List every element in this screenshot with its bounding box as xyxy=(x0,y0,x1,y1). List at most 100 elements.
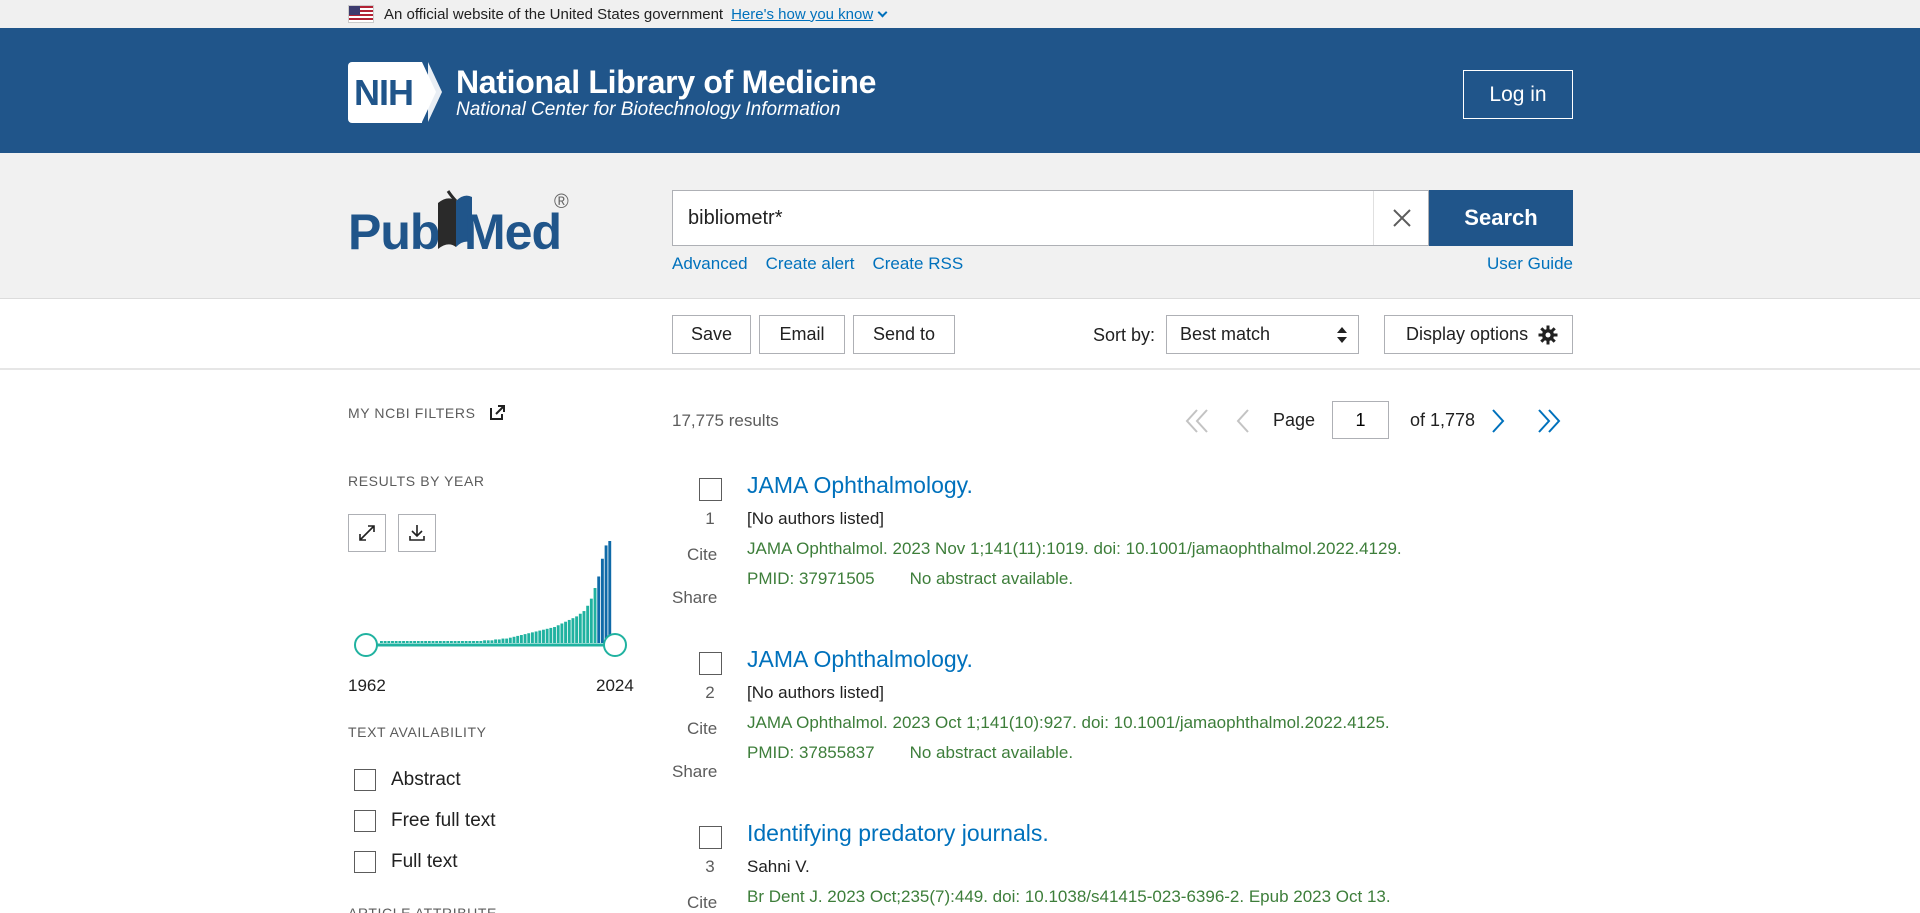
nih-badge-icon: NIH xyxy=(348,62,444,123)
cite-button[interactable]: Cite xyxy=(687,719,717,739)
year-bar xyxy=(567,619,571,643)
year-bar xyxy=(575,616,579,643)
cite-button[interactable]: Cite xyxy=(687,893,717,913)
save-button[interactable]: Save xyxy=(672,315,751,354)
how-you-know-link[interactable]: Here's how you know xyxy=(731,6,888,23)
year-bar xyxy=(464,641,468,643)
filter-abstract[interactable]: Abstract xyxy=(354,769,461,791)
year-bar xyxy=(424,641,428,643)
year-bar xyxy=(556,625,560,643)
year-bar xyxy=(538,630,542,643)
result-checkbox[interactable] xyxy=(699,478,722,501)
year-bar xyxy=(545,628,549,643)
gov-banner-text: An official website of the United States… xyxy=(384,5,724,23)
result-checkbox[interactable] xyxy=(699,652,722,675)
year-end-label: 2024 xyxy=(596,676,634,695)
year-bar xyxy=(402,641,405,643)
article-attribute-heading: ARTICLE ATTRIBUTE xyxy=(348,905,497,913)
year-bar xyxy=(472,641,475,643)
year-bar xyxy=(479,641,483,643)
result-pmid: PMID: 37971505 No abstract available. xyxy=(747,569,1074,588)
search-button[interactable]: Search xyxy=(1429,190,1573,246)
result-title-link[interactable]: JAMA Ophthalmology. xyxy=(747,646,973,673)
nih-logo[interactable]: NIH National Library of Medicine Nationa… xyxy=(348,62,876,123)
year-bar xyxy=(405,641,409,643)
year-bar xyxy=(449,641,453,643)
external-link-icon xyxy=(490,405,506,420)
year-bar xyxy=(457,641,461,643)
send-to-button[interactable]: Send to xyxy=(853,315,955,354)
result-number: 1 xyxy=(705,509,715,528)
year-bar xyxy=(416,641,420,643)
share-button[interactable]: Share xyxy=(672,762,717,782)
year-bar xyxy=(542,629,545,643)
page-number-input[interactable] xyxy=(1332,401,1389,439)
year-end-handle[interactable] xyxy=(603,633,627,657)
year-start-handle[interactable] xyxy=(354,633,378,657)
year-bar xyxy=(534,631,538,643)
pubmed-logo[interactable]: Pub Med ® xyxy=(348,183,578,263)
create-rss-link[interactable]: Create RSS xyxy=(872,254,963,274)
year-bar xyxy=(571,618,575,643)
year-bar xyxy=(380,641,383,643)
year-bar xyxy=(497,639,501,643)
abstract-note: No abstract available. xyxy=(909,569,1074,588)
next-page-icon[interactable] xyxy=(1490,408,1506,434)
checkbox[interactable] xyxy=(354,851,376,873)
first-page-icon[interactable] xyxy=(1184,408,1210,434)
sort-select[interactable]: Best match xyxy=(1166,315,1359,354)
create-alert-link[interactable]: Create alert xyxy=(766,254,855,274)
year-bar xyxy=(494,639,498,643)
year-bar xyxy=(519,635,523,643)
year-bar xyxy=(608,541,612,643)
search-input[interactable] xyxy=(673,191,1373,245)
email-button[interactable]: Email xyxy=(759,315,845,354)
login-button[interactable]: Log in xyxy=(1463,70,1573,119)
year-bar xyxy=(508,637,512,643)
year-start-label: 1962 xyxy=(348,676,386,695)
text-availability-heading: TEXT AVAILABILITY xyxy=(348,724,487,740)
total-pages: of 1,778 xyxy=(1410,410,1476,430)
filter-full-text[interactable]: Full text xyxy=(354,851,458,873)
checkbox[interactable] xyxy=(354,810,376,832)
nih-header: NIH National Library of Medicine Nationa… xyxy=(0,28,1920,153)
result-citation: JAMA Ophthalmol. 2023 Oct 1;141(10):927.… xyxy=(747,713,1390,732)
result-authors: [No authors listed] xyxy=(747,509,885,528)
advanced-link[interactable]: Advanced xyxy=(672,254,748,274)
page-label: Page xyxy=(1273,410,1316,430)
cite-button[interactable]: Cite xyxy=(687,545,717,565)
result-title-link[interactable]: Identifying predatory journals. xyxy=(747,820,1049,847)
user-guide-link[interactable]: User Guide xyxy=(1487,254,1573,274)
clear-search-button[interactable] xyxy=(1373,191,1429,245)
year-bar xyxy=(516,635,520,643)
share-button[interactable]: Share xyxy=(672,588,717,608)
year-bar xyxy=(461,641,464,643)
filter-free-full-text[interactable]: Free full text xyxy=(354,810,496,832)
my-ncbi-filters-heading[interactable]: MY NCBI FILTERS xyxy=(348,405,506,421)
year-bar xyxy=(442,641,446,643)
year-bar xyxy=(420,641,424,643)
org-name: National Library of Medicine xyxy=(456,63,877,100)
year-bar xyxy=(483,640,486,643)
display-options-button[interactable]: Display options xyxy=(1384,315,1573,354)
year-bar xyxy=(597,576,601,643)
year-bar xyxy=(490,640,494,643)
year-bar xyxy=(549,627,553,643)
close-icon xyxy=(1392,209,1411,227)
year-bar xyxy=(394,641,398,643)
year-bar xyxy=(593,588,597,643)
year-bar xyxy=(475,641,479,643)
results-by-year-chart[interactable] xyxy=(348,520,638,660)
result-title-link[interactable]: JAMA Ophthalmology. xyxy=(747,472,973,499)
last-page-icon[interactable] xyxy=(1536,408,1562,434)
previous-page-icon[interactable] xyxy=(1235,408,1251,434)
year-bar xyxy=(446,641,450,643)
chevron-down-icon xyxy=(877,7,888,17)
checkbox[interactable] xyxy=(354,769,376,791)
gov-banner: An official website of the United States… xyxy=(0,0,1920,28)
result-checkbox[interactable] xyxy=(699,826,722,849)
sort-label: Sort by: xyxy=(1093,325,1156,345)
sort-value: Best match xyxy=(1180,324,1271,344)
year-bar xyxy=(453,641,457,643)
results-toolbar: Save Email Send to Sort by: Best match D… xyxy=(0,299,1920,370)
